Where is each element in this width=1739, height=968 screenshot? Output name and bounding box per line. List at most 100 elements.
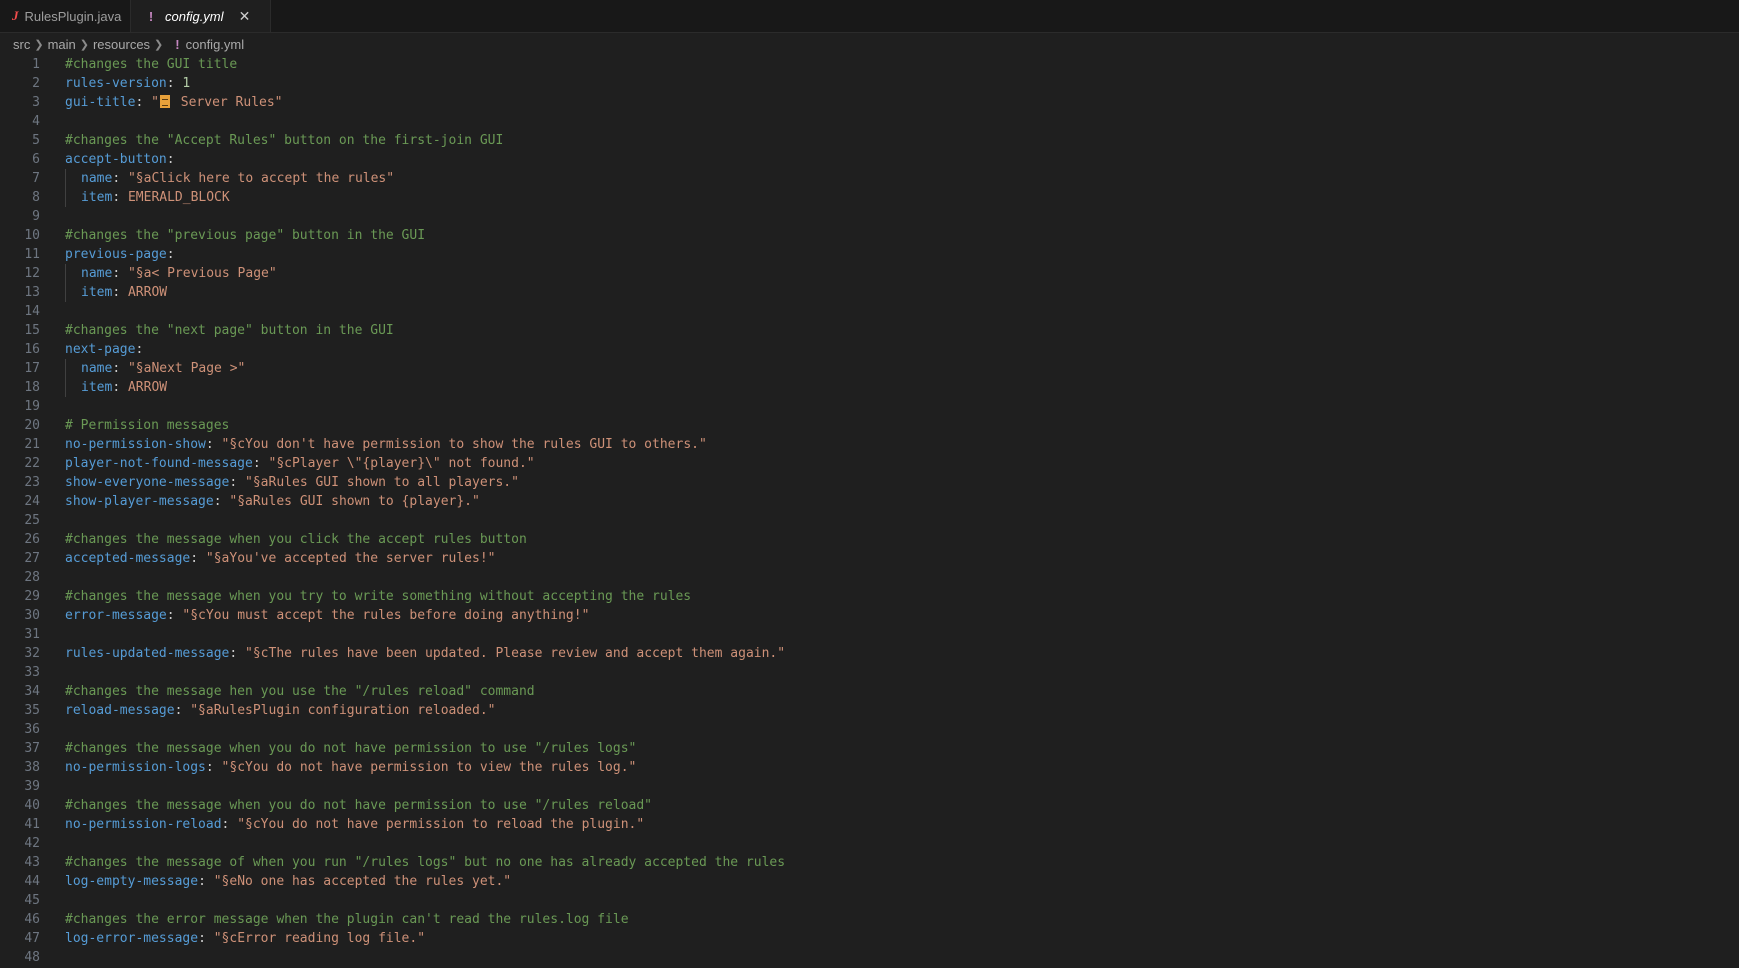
- code-line[interactable]: 11 previous-page:: [0, 245, 1739, 264]
- java-file-icon: J: [12, 8, 19, 23]
- code-content: #changes the error message when the plug…: [65, 910, 629, 929]
- breadcrumb-file[interactable]: config.yml: [186, 37, 245, 52]
- code-line[interactable]: 13 item: ARROW: [0, 283, 1739, 302]
- code-line[interactable]: 38 no-permission-logs: "§cYou do not have…: [0, 758, 1739, 777]
- breadcrumb-main[interactable]: main: [48, 37, 76, 52]
- line-number: 36: [24, 722, 40, 737]
- line-number: 41: [24, 817, 40, 832]
- yaml-key: accepted-message: [65, 551, 191, 566]
- code-line[interactable]: 1 #changes the GUI title: [0, 55, 1739, 74]
- breadcrumb-src[interactable]: src: [13, 37, 30, 52]
- yaml-key: gui-title: [65, 95, 136, 110]
- code-content: #changes the message when you click the …: [65, 530, 527, 549]
- line-number: 34: [24, 684, 40, 699]
- code-line[interactable]: 9: [0, 207, 1739, 226]
- code-line[interactable]: 10 #changes the "previous page" button in…: [0, 226, 1739, 245]
- code-line[interactable]: 46 #changes the error message when the pl…: [0, 910, 1739, 929]
- code-line[interactable]: 25: [0, 511, 1739, 530]
- tab-rulesplugin-java[interactable]: J RulesPlugin.java: [0, 0, 131, 32]
- code-editor[interactable]: 1 #changes the GUI title 2 rules-version: 1…: [0, 55, 1739, 967]
- yaml-string-value: "§aRules GUI shown to all players.": [245, 475, 519, 490]
- code-content: log-error-message: "§cError reading log …: [65, 929, 425, 948]
- code-line[interactable]: 18 item: ARROW: [0, 378, 1739, 397]
- yaml-colon: :: [174, 703, 191, 718]
- code-line[interactable]: 8 item: EMERALD_BLOCK: [0, 188, 1739, 207]
- line-number: 20: [24, 418, 40, 433]
- close-icon[interactable]: ✕: [238, 8, 252, 25]
- yaml-key: item: [81, 190, 113, 205]
- code-line[interactable]: 40 #changes the message when you do not h…: [0, 796, 1739, 815]
- breadcrumb-resources[interactable]: resources: [93, 37, 150, 52]
- code-line[interactable]: 12 name: "§a< Previous Page": [0, 264, 1739, 283]
- code-line[interactable]: 44 log-empty-message: "§eNo one has accep…: [0, 872, 1739, 891]
- tab-config-yml[interactable]: ! config.yml ✕: [131, 0, 271, 32]
- code-line[interactable]: 15 #changes the "next page" button in the…: [0, 321, 1739, 340]
- code-line[interactable]: 35 reload-message: "§aRulesPlugin configu…: [0, 701, 1739, 720]
- code-line[interactable]: 21 no-permission-show: "§cYou don't have …: [0, 435, 1739, 454]
- line-number: 39: [24, 779, 40, 794]
- yaml-comment: #changes the message when you try to wri…: [65, 589, 692, 604]
- yaml-key: show-everyone-message: [65, 475, 230, 490]
- code-line[interactable]: 17 name: "§aNext Page >": [0, 359, 1739, 378]
- code-line[interactable]: 19: [0, 397, 1739, 416]
- code-line[interactable]: 32 rules-updated-message: "§cThe rules ha…: [0, 644, 1739, 663]
- code-line[interactable]: 39: [0, 777, 1739, 796]
- code-line[interactable]: 22 player-not-found-message: "§cPlayer \"…: [0, 454, 1739, 473]
- yaml-plain-value: ARROW: [127, 285, 168, 300]
- code-line[interactable]: 16 next-page:: [0, 340, 1739, 359]
- code-line[interactable]: 2 rules-version: 1: [0, 74, 1739, 93]
- code-line[interactable]: 48: [0, 948, 1739, 967]
- indent-guide: [65, 264, 81, 283]
- yaml-file-icon: !: [148, 8, 154, 24]
- code-content: item: ARROW: [65, 378, 167, 397]
- yaml-string-value: Server Rules": [172, 95, 283, 110]
- code-line[interactable]: 27 accepted-message: "§aYou've accepted t…: [0, 549, 1739, 568]
- yaml-colon: :: [112, 285, 128, 300]
- code-line[interactable]: 43 #changes the message of when you run "…: [0, 853, 1739, 872]
- yaml-comment: #changes the message when you do not hav…: [65, 798, 652, 813]
- code-line[interactable]: 31: [0, 625, 1739, 644]
- code-line[interactable]: 45: [0, 891, 1739, 910]
- code-line[interactable]: 29 #changes the message when you try to w…: [0, 587, 1739, 606]
- line-number: 30: [24, 608, 40, 623]
- line-number: 25: [24, 513, 40, 528]
- line-number: 37: [24, 741, 40, 756]
- code-line[interactable]: 41 no-permission-reload: "§cYou do not ha…: [0, 815, 1739, 834]
- yaml-comment: # Permission messages: [65, 418, 230, 433]
- code-content: no-permission-logs: "§cYou do not have p…: [65, 758, 636, 777]
- code-line[interactable]: 4: [0, 112, 1739, 131]
- code-line[interactable]: 26 #changes the message when you click th…: [0, 530, 1739, 549]
- code-line[interactable]: 47 log-error-message: "§cError reading lo…: [0, 929, 1739, 948]
- code-content: #changes the "previous page" button in t…: [65, 226, 425, 245]
- code-line[interactable]: 14: [0, 302, 1739, 321]
- yaml-string-value: "§eNo one has accepted the rules yet.": [213, 874, 512, 889]
- code-line[interactable]: 30 error-message: "§cYou must accept the …: [0, 606, 1739, 625]
- code-content: reload-message: "§aRulesPlugin configura…: [65, 701, 495, 720]
- line-number: 45: [24, 893, 40, 908]
- yaml-colon: :: [135, 342, 144, 357]
- code-line[interactable]: 7 name: "§aClick here to accept the rules…: [0, 169, 1739, 188]
- code-line[interactable]: 28: [0, 568, 1739, 587]
- code-line[interactable]: 3 gui-title: " Server Rules": [0, 93, 1739, 112]
- code-line[interactable]: 36: [0, 720, 1739, 739]
- code-line[interactable]: 23 show-everyone-message: "§aRules GUI sh…: [0, 473, 1739, 492]
- code-content: #changes the message when you do not hav…: [65, 739, 636, 758]
- code-line[interactable]: 34 #changes the message hen you use the "…: [0, 682, 1739, 701]
- line-number: 22: [24, 456, 40, 471]
- code-line[interactable]: 20 # Permission messages: [0, 416, 1739, 435]
- code-line[interactable]: 5 #changes the "Accept Rules" button on t…: [0, 131, 1739, 150]
- line-number: 15: [24, 323, 40, 338]
- code-line[interactable]: 6 accept-button:: [0, 150, 1739, 169]
- yaml-key: player-not-found-message: [65, 456, 253, 471]
- code-line[interactable]: 33: [0, 663, 1739, 682]
- code-line[interactable]: 24 show-player-message: "§aRules GUI show…: [0, 492, 1739, 511]
- line-number: 46: [24, 912, 40, 927]
- line-number: 1: [32, 57, 40, 72]
- yaml-comment: #changes the message hen you use the "/r…: [65, 684, 535, 699]
- code-line[interactable]: 37 #changes the message when you do not h…: [0, 739, 1739, 758]
- line-number: 13: [24, 285, 40, 300]
- line-number: 7: [32, 171, 40, 186]
- line-number: 31: [24, 627, 40, 642]
- code-line[interactable]: 42: [0, 834, 1739, 853]
- chevron-right-icon: ❯: [34, 38, 44, 51]
